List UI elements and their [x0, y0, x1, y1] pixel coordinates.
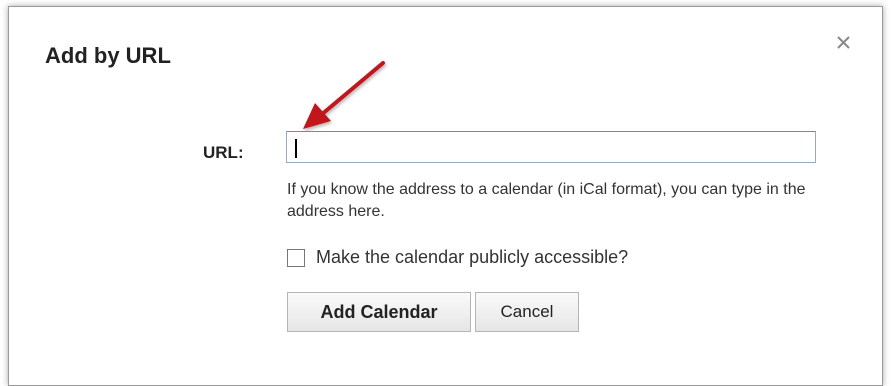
add-calendar-button[interactable]: Add Calendar — [287, 292, 471, 332]
add-by-url-dialog: Add by URL URL: If you know the address … — [8, 6, 883, 386]
url-label: URL: — [203, 143, 244, 162]
url-input[interactable] — [286, 131, 816, 163]
close-icon[interactable] — [834, 33, 854, 53]
help-text: If you know the address to a calendar (i… — [287, 181, 806, 220]
cancel-button[interactable]: Cancel — [475, 292, 579, 332]
red-arrow-icon — [299, 57, 389, 142]
public-checkbox-row: Make the calendar publicly accessible? — [287, 247, 628, 268]
public-checkbox[interactable] — [287, 248, 305, 267]
text-caret — [295, 139, 297, 158]
public-checkbox-label[interactable]: Make the calendar publicly accessible? — [316, 247, 628, 268]
dialog-title: Add by URL — [45, 43, 171, 68]
